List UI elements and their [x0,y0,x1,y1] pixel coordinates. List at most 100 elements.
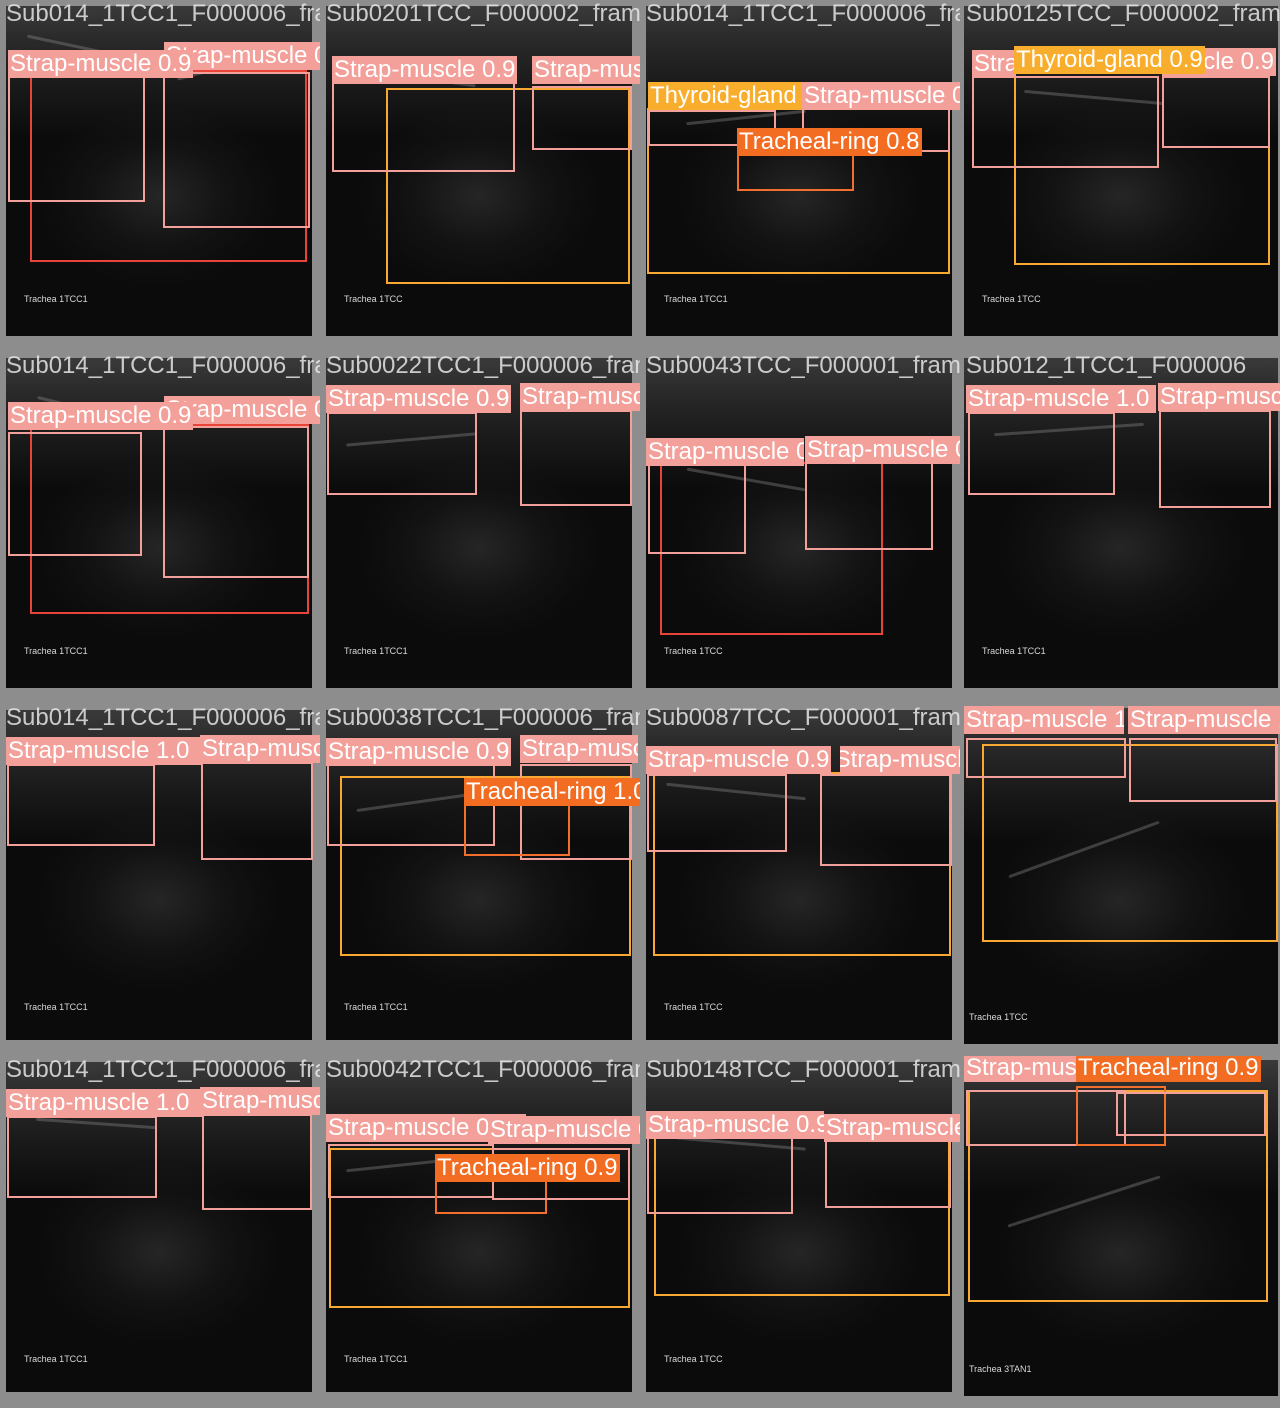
watermark: Trachea 1TCC1 [24,646,88,656]
detection-label: Tracheal-ring 0.9 [1076,1056,1261,1082]
detection-label: Strap-muscle 0.9 [1158,383,1280,411]
bounding-box [327,412,477,495]
watermark: Trachea 1TCC1 [982,646,1046,656]
detection-label: Strap-muscle 0.9 [332,56,518,84]
detection-label: Strap-muscle 0.9 [805,436,960,464]
bounding-box [825,1140,951,1208]
bounding-box [1162,76,1270,148]
detection-label: Strap-muscle 1.0 [964,706,1124,734]
detection-grid: { "tiles": [ {"filename":"Sub014_1TCC1_F… [0,0,1280,1408]
detection-label: Strap-muscle 0.9 [520,735,638,763]
watermark: Trachea 1TCC [969,1012,1028,1022]
detection-label: Strap-muscle 1.0 [6,737,202,765]
bounding-box [647,774,787,852]
detection-label: Strap-muscle 0.9 [824,1114,960,1142]
filename: Sub014_1TCC1_F000006_frame014.png [6,352,320,379]
tile-10: Trachea 1TCC1 Sub0038TCC1_F000006_frame0… [320,704,640,1056]
detection-label: Thyroid-gland 0.9 [1014,46,1205,74]
watermark: Trachea 1TCC1 [664,294,728,304]
tile-8: Trachea 1TCC1 Sub012_1TCC1_F000006 Strap… [960,352,1280,704]
tile-4: Trachea 1TCC Sub0125TCC_F000002_frame012… [960,0,1280,352]
bounding-box [1116,1092,1266,1136]
detection-label: Strap-muscle 0.8 [802,82,960,110]
detection-label: Strap-muscle 0.9 [520,383,640,411]
filename: Sub0148TCC_F000001_frame014.png [646,1056,960,1083]
bounding-box [332,82,515,172]
bounding-box [972,76,1159,168]
detection-label: Strap-muscle 0.9 [646,746,832,774]
filename: Sub012_1TCC1_F000006 [966,352,1247,379]
tile-2: Trachea 1TCC Sub0201TCC_F000002_frame020… [320,0,640,352]
filename: Sub0201TCC_F000002_frame020.png [326,0,640,27]
bounding-box [201,762,313,860]
detection-label: Strap-muscle 0.9 [200,735,320,763]
watermark: Trachea 1TCC [344,294,403,304]
watermark: Trachea 1TCC [982,294,1041,304]
detection-label: Strap-muscle 0.9 [8,402,194,430]
tile-7: Trachea 1TCC Sub0043TCC_F000001_frame004… [640,352,960,704]
detection-label: Tracheal-ring 0.8 [737,128,922,156]
watermark: Trachea 3TAN1 [969,1364,1032,1374]
filename: Sub014_1TCC1_F000006_frame014.png [6,0,320,27]
filename: Sub0042TCC1_F000006_frame004.png [326,1056,640,1083]
tile-16: Trachea 3TAN1 Strap-muscle 0.9 Tracheal-… [960,1056,1280,1408]
detection-label: Tracheal-ring 0.9 [435,1154,620,1182]
bounding-box [1159,410,1271,508]
bounding-box [8,432,142,556]
bounding-box [966,738,1126,778]
filename: Sub0022TCC1_F000006_frame002.png [326,352,640,379]
bounding-box [532,86,632,150]
filename: Sub014_1TCC1_F000006_frame014.png [6,1056,320,1083]
watermark: Trachea 1TCC1 [344,1354,408,1364]
filename: Sub0038TCC1_F000006_frame003.png [326,704,640,731]
watermark: Trachea 1TCC1 [24,1354,88,1364]
tile-3: Trachea 1TCC1 Sub014_1TCC1_F000006_frame… [640,0,960,352]
detection-label: Strap-muscle 0.9 [964,1056,1080,1082]
detection-label: Strap-muscle 0.9 [488,1116,640,1144]
detection-label: Strap-muscle 0.9 [8,50,194,78]
tile-5: Trachea 1TCC1 Sub014_1TCC1_F000006_frame… [0,352,320,704]
tile-6: Trachea 1TCC1 Sub0022TCC1_F000006_frame0… [320,352,640,704]
watermark: Trachea 1TCC1 [24,294,88,304]
bounding-box [520,410,632,506]
bounding-box [7,1116,157,1198]
bounding-box [737,154,854,191]
bounding-box [8,76,145,202]
tile-13: Trachea 1TCC1 Sub014_1TCC1_F000006_frame… [0,1056,320,1408]
watermark: Trachea 1TCC [664,1354,723,1364]
tile-12: Trachea 1TCC Strap-muscle 1.0 Strap-musc… [960,704,1280,1056]
bounding-box [7,764,155,846]
detection-label: Strap-muscle 1.0 [200,1087,320,1115]
bounding-box [820,774,952,866]
detection-label: Strap-muscle 0.9 [972,50,1016,78]
bounding-box [648,464,746,554]
watermark: Trachea 1TCC1 [344,1002,408,1012]
tile-9: Trachea 1TCC1 Sub014_1TCC1_F000006_frame… [0,704,320,1056]
tile-1: Trachea 1TCC1 Sub014_1TCC1_F000006_frame… [0,0,320,352]
bounding-box [163,72,310,228]
bounding-box [968,412,1115,495]
tile-15: Trachea 1TCC Sub0148TCC_F000001_frame014… [640,1056,960,1408]
bounding-box [1129,738,1277,802]
detection-label: Strap-muscle 0.9 [646,438,804,466]
watermark: Trachea 1TCC1 [344,646,408,656]
bounding-box [647,1136,793,1214]
detection-label: Strap-muscle 0.9 [532,56,640,84]
filename: Sub0125TCC_F000002_frame012.png [966,0,1280,27]
detection-label: Tracheal-ring 1.0 [464,778,640,806]
bounding-box [163,426,309,578]
filename: Sub014_1TCC1_F000006_frame014.png [646,0,960,27]
detection-label: Strap-muscle 1.0 [966,385,1156,413]
filename: Sub0087TCC_F000001_frame008.png [646,704,960,731]
filename: Sub014_1TCC1_F000006_frame014.png [6,704,320,731]
watermark: Trachea 1TCC [664,646,723,656]
filename: Sub0043TCC_F000001_frame004.png [646,352,960,379]
detection-label: Strap-muscle 0.9 [326,738,512,766]
watermark: Trachea 1TCC [664,1002,723,1012]
detection-label: Strap-muscle 0.9 [840,746,960,774]
bounding-box [805,462,933,550]
detection-label: Strap-muscle 0.9 [326,385,512,413]
watermark: Trachea 1TCC1 [24,1002,88,1012]
detection-label: Strap-muscle 0.9 [646,1111,824,1139]
detection-label: Strap-muscle 1.0 [6,1089,204,1117]
